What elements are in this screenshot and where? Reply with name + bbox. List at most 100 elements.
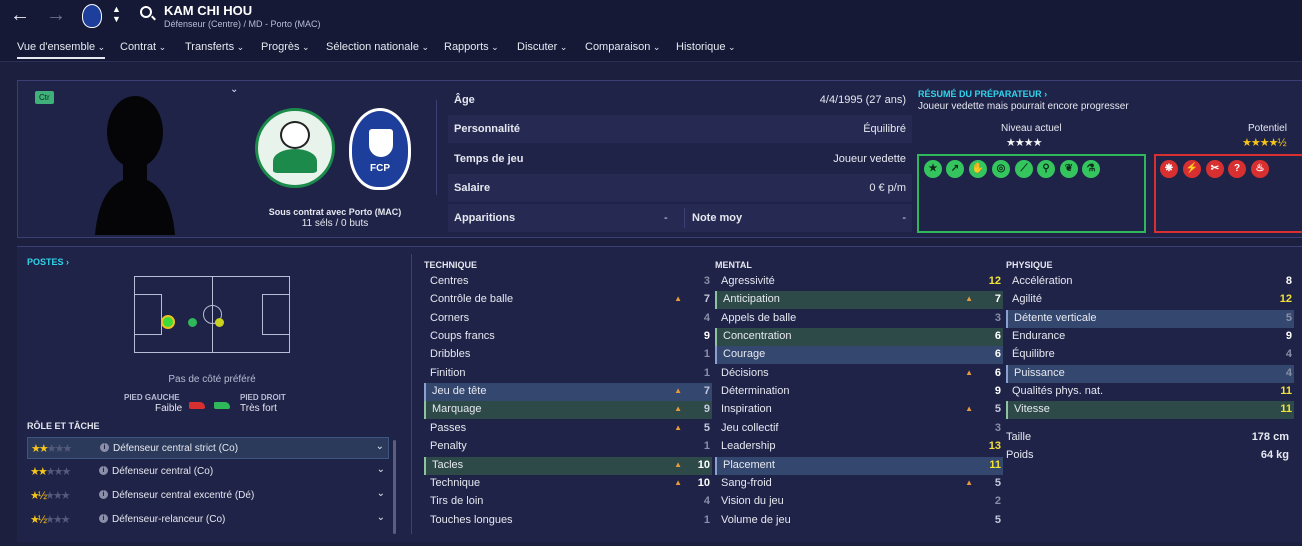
mental-attr-row[interactable]: Anticipation ▲ 7 <box>715 291 1003 310</box>
physique-attr-row[interactable]: Vitesse 11 <box>1006 401 1294 420</box>
pitch-diagram[interactable] <box>134 276 290 353</box>
attr-name: Inspiration <box>721 403 772 416</box>
technique-attr-row[interactable]: Passes ▲ 5 <box>424 420 712 438</box>
chevron-down-icon: ⌄ <box>376 464 385 475</box>
menu-discuter[interactable]: Discuter <box>517 41 567 53</box>
trait-star-icon[interactable]: ★ <box>924 160 942 178</box>
technique-attr-row[interactable]: Tacles ▲ 10 <box>424 456 712 475</box>
technique-attr-row[interactable]: Penalty 1 <box>424 438 712 456</box>
menu-progres[interactable]: Progrès <box>261 41 310 53</box>
mental-attr-row[interactable]: Placement 11 <box>715 456 1003 475</box>
menu-comparaison[interactable]: Comparaison <box>585 41 660 53</box>
physique-attr-row[interactable]: Endurance 9 <box>1006 328 1294 346</box>
trait-leaf-icon[interactable]: ❦ <box>1060 160 1078 178</box>
technique-attr-row[interactable]: Touches longues 1 <box>424 512 712 530</box>
attr-value: 10 <box>697 476 710 489</box>
attr-name: Finition <box>430 366 466 379</box>
current-stars: ★★★★ <box>1006 137 1042 149</box>
attr-value: 7 <box>703 293 710 306</box>
technique-attr-row[interactable]: Dribbles 1 <box>424 346 712 364</box>
scrollbar[interactable] <box>393 440 396 534</box>
search-icon[interactable] <box>140 6 152 18</box>
technique-attr-row[interactable]: Finition 1 <box>424 365 712 383</box>
role-row[interactable]: ★★★★★ i Défenseur central strict (Co) ⌄ <box>27 437 389 459</box>
mental-attr-row[interactable]: Courage 6 <box>715 346 1003 365</box>
mental-attr-row[interactable]: Sang-froid ▲ 5 <box>715 475 1003 493</box>
mental-attr-row[interactable]: Leadership 13 <box>715 438 1003 456</box>
attr-value: 6 <box>994 366 1001 379</box>
position-dc2-dot[interactable] <box>188 318 197 327</box>
position-md-dot[interactable] <box>215 318 224 327</box>
player-subtitle: Défenseur (Centre) / MD - Porto (MAC) <box>164 19 321 29</box>
mental-attr-row[interactable]: Volume de jeu 5 <box>715 512 1003 530</box>
mental-attr-row[interactable]: Agressivité 12 <box>715 273 1003 291</box>
mental-attr-row[interactable]: Concentration 6 <box>715 328 1003 347</box>
attr-name: Agilité <box>1012 293 1042 306</box>
attr-value: 12 <box>1279 293 1292 306</box>
info-icon: i <box>99 514 108 523</box>
weakness-fire-icon[interactable]: ♨ <box>1251 160 1269 178</box>
role-row[interactable]: ★½★★★ i Défenseur central excentré (Dé) … <box>27 485 389 507</box>
technique-attr-row[interactable]: Marquage ▲ 9 <box>424 401 712 420</box>
technique-attr-row[interactable]: Technique ▲ 10 <box>424 475 712 493</box>
right-boot-icon <box>214 402 230 409</box>
menu-transferts[interactable]: Transferts <box>185 41 244 53</box>
contract-text: Sous contrat avec Porto (MAC) <box>268 207 402 217</box>
caps-text: 11 séls / 0 buts <box>301 218 369 229</box>
mental-attr-row[interactable]: Détermination 9 <box>715 383 1003 401</box>
menu-rapports[interactable]: Rapports <box>444 41 499 53</box>
weakness-question-icon[interactable]: ? <box>1228 160 1246 178</box>
attr-name: Marquage <box>432 403 482 416</box>
attr-value: 5 <box>703 421 710 434</box>
updown-icon[interactable]: ▲ ▼ <box>112 4 121 24</box>
physique-attr-row[interactable]: Puissance 4 <box>1006 364 1294 383</box>
technique-attr-row[interactable]: Contrôle de balle ▲ 7 <box>424 291 712 309</box>
forward-arrow-icon[interactable]: → <box>46 5 66 25</box>
trait-flask-icon[interactable]: ⚗ <box>1082 160 1100 178</box>
trait-target-icon[interactable]: ◎ <box>992 160 1010 178</box>
national-team-logo <box>255 108 335 188</box>
coach-report-link[interactable]: RÉSUMÉ DU PRÉPARATEUR › <box>918 89 1047 99</box>
role-row[interactable]: ★½★★★ i Défenseur-relanceur (Co) ⌄ <box>27 509 389 531</box>
menu-contrat[interactable]: Contrat <box>120 41 166 53</box>
weakness-biohazard-icon[interactable]: ❋ <box>1160 160 1178 178</box>
weakness-ball-icon[interactable]: ⚡ <box>1183 160 1201 178</box>
weakness-scissors-icon[interactable]: ✂ <box>1206 160 1224 178</box>
info-row-salary: Salaire 0 € p/m <box>448 174 912 202</box>
attr-name: Accélération <box>1012 275 1073 287</box>
menu-vue-ensemble[interactable]: Vue d'ensemble <box>17 41 106 59</box>
trait-hand-icon[interactable]: ✋ <box>969 160 987 178</box>
info-row-playtime: Temps de jeu Joueur vedette <box>454 153 906 165</box>
physique-attr-row[interactable]: Accélération 8 <box>1006 273 1294 291</box>
technique-attr-row[interactable]: Coups francs 9 <box>424 328 712 346</box>
menu-historique[interactable]: Historique <box>676 41 736 53</box>
club-crest-icon[interactable] <box>82 4 102 28</box>
trait-growth-icon[interactable]: ↗ <box>946 160 964 178</box>
technique-attr-row[interactable]: Corners 4 <box>424 310 712 328</box>
back-arrow-icon[interactable]: ← <box>10 5 30 25</box>
trait-tackle-icon[interactable]: ⟋ <box>1015 160 1033 178</box>
mental-attr-row[interactable]: Appels de balle 3 <box>715 310 1003 328</box>
attr-value: 6 <box>994 348 1001 361</box>
role-stars: ★½★★★ <box>30 490 71 502</box>
physique-attr-row[interactable]: Équilibre 4 <box>1006 346 1294 364</box>
mental-attr-row[interactable]: Jeu collectif 3 <box>715 420 1003 438</box>
left-boot-icon <box>189 402 205 409</box>
menu-selection-nationale[interactable]: Sélection nationale <box>326 41 429 53</box>
physique-attr-row[interactable]: Détente verticale 5 <box>1006 309 1294 328</box>
info-row-appearances: Apparitions - Note moy - <box>448 204 912 232</box>
mental-attr-row[interactable]: Décisions ▲ 6 <box>715 365 1003 383</box>
positions-link[interactable]: POSTES › <box>27 257 69 267</box>
role-row[interactable]: ★★★★★ i Défenseur central (Co) ⌄ <box>27 461 389 483</box>
physique-attr-row[interactable]: Qualités phys. nat. 11 <box>1006 383 1294 401</box>
left-foot-value: Faible <box>155 403 183 414</box>
chevron-down-icon[interactable]: ⌄ <box>230 84 238 95</box>
mental-attr-row[interactable]: Inspiration ▲ 5 <box>715 401 1003 419</box>
trait-header-icon[interactable]: ⚲ <box>1037 160 1055 178</box>
physique-attr-row[interactable]: Agilité 12 <box>1006 291 1294 309</box>
technique-attr-row[interactable]: Jeu de tête ▲ 7 <box>424 383 712 402</box>
position-dc-dot[interactable] <box>161 315 175 329</box>
mental-attr-row[interactable]: Vision du jeu 2 <box>715 493 1003 511</box>
technique-attr-row[interactable]: Tirs de loin 4 <box>424 493 712 511</box>
technique-attr-row[interactable]: Centres 3 <box>424 273 712 291</box>
